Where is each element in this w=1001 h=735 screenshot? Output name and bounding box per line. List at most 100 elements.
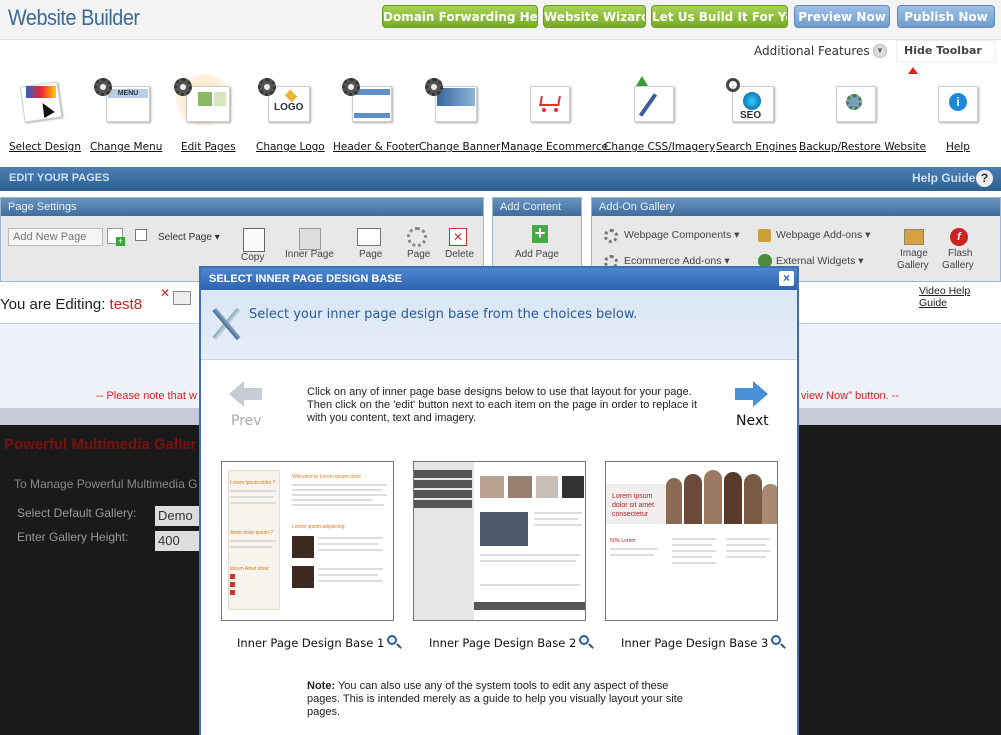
- page-title-label: Page: [407, 249, 431, 260]
- design-base-1-caption[interactable]: Inner Page Design Base 1: [237, 635, 398, 650]
- delete-icon[interactable]: ✕: [449, 228, 467, 246]
- thumb1-q2: Lorem ipsum adipiscing: [292, 524, 345, 530]
- gallery-height-label: Enter Gallery Height:: [17, 530, 129, 544]
- css-imagery-icon[interactable]: [632, 76, 676, 124]
- publish-now-button[interactable]: Publish Now: [897, 5, 995, 28]
- help-icon[interactable]: i: [936, 80, 980, 124]
- lock-icon[interactable]: [173, 291, 191, 305]
- toolbar-select-design[interactable]: Select Design: [9, 141, 81, 153]
- webpage-addons-dropdown[interactable]: Webpage Add-ons ▾: [776, 229, 870, 241]
- design-base-modal: SELECT INNER PAGE DESIGN BASE × Select y…: [199, 266, 799, 735]
- toolbar-edit-pages[interactable]: Edit Pages: [181, 141, 236, 153]
- copy-icon[interactable]: [243, 228, 265, 252]
- gallery-height-input[interactable]: 400: [155, 531, 200, 551]
- design-base-1-thumbnail[interactable]: Welcome to Lorem ipsum dolor Lorem ipsum…: [221, 461, 394, 621]
- page-title-icon[interactable]: [407, 227, 427, 247]
- video-help-guide-link[interactable]: Video Help Guide: [919, 285, 1001, 309]
- build-it-for-you-button[interactable]: Let Us Build It For You: [651, 5, 788, 28]
- flash-gallery-label: Flash: [948, 248, 973, 259]
- select-page-label: Select Page: [158, 232, 212, 243]
- toolbar-change-css[interactable]: Change CSS/Imagery: [604, 141, 715, 153]
- note-label: Note:: [307, 680, 336, 692]
- image-gallery-icon[interactable]: [904, 229, 924, 245]
- select-page-dropdown[interactable]: Select Page ▾: [158, 232, 220, 243]
- toolbar-header-footer[interactable]: Header & Footer: [333, 141, 420, 153]
- magnify-icon[interactable]: [579, 635, 590, 645]
- cart-icon[interactable]: [528, 80, 572, 124]
- webpage-addons-label: Webpage Add-ons: [776, 229, 863, 241]
- toolbar-help[interactable]: Help: [946, 141, 970, 153]
- design-base-2-thumbnail[interactable]: [413, 461, 586, 621]
- design-base-3-thumbnail[interactable]: Lorem ipsum dolor sit amet consectetur 5…: [605, 461, 778, 621]
- additional-features-link[interactable]: Additional Features: [754, 44, 870, 58]
- thumb1-q3: Amet dolor ipsum ?: [230, 530, 274, 536]
- modal-subtitle: Select your inner page design base from …: [249, 307, 638, 322]
- add-page-icon[interactable]: +: [107, 228, 125, 246]
- triangle-up-icon: [908, 67, 918, 74]
- design-base-3-label: Inner Page Design Base 3: [621, 636, 769, 650]
- edit-pages-icon[interactable]: [174, 74, 232, 126]
- help-guide-link[interactable]: Help Guide: [912, 171, 975, 185]
- chevron-down-icon[interactable]: ▼: [873, 44, 887, 58]
- inner-page-label: Inner Page: [285, 249, 334, 260]
- editing-page-name: test8: [109, 296, 143, 313]
- editing-prefix: You are Editing:: [0, 296, 106, 313]
- toolbar-change-logo[interactable]: Change Logo: [256, 141, 325, 153]
- addon-gallery-title: Add-On Gallery: [592, 198, 1000, 216]
- notice-text-right: view Now" button. --: [801, 390, 900, 402]
- backup-icon[interactable]: [834, 80, 878, 124]
- website-wizard-button[interactable]: Website Wizard: [543, 5, 646, 28]
- page-settings-title: Page Settings: [1, 198, 483, 216]
- question-icon[interactable]: ?: [976, 170, 993, 187]
- thumb3-banner: Lorem ipsum dolor sit amet consectetur: [612, 493, 655, 518]
- header-footer-icon[interactable]: [342, 78, 394, 124]
- next-label[interactable]: Next: [736, 413, 769, 429]
- thumb1-welcome: Welcome to Lorem ipsum dolor: [292, 474, 362, 480]
- hide-toolbar-button[interactable]: Hide Toolbar: [896, 40, 996, 74]
- magnify-icon[interactable]: [387, 635, 398, 645]
- toolbar-change-banner[interactable]: Change Banner: [419, 141, 500, 153]
- modal-title: SELECT INNER PAGE DESIGN BASE: [201, 268, 797, 290]
- modal-header-area: Select your inner page design base from …: [201, 290, 797, 360]
- plus-icon[interactable]: +: [532, 224, 548, 243]
- editing-status: You are Editing: test8: [0, 296, 142, 313]
- image-gallery-label-2: Gallery: [897, 260, 929, 271]
- domain-forwarding-help-button[interactable]: Domain Forwarding Help ?: [382, 5, 538, 28]
- close-x-icon[interactable]: ✕: [160, 286, 170, 300]
- inner-page-icon[interactable]: [299, 228, 321, 250]
- banner-icon[interactable]: [425, 78, 479, 124]
- design-base-3-caption[interactable]: Inner Page Design Base 3: [621, 635, 782, 650]
- design-base-2-caption[interactable]: Inner Page Design Base 2: [429, 635, 590, 650]
- seo-icon[interactable]: SEO: [726, 78, 776, 124]
- add-content-title: Add Content: [493, 198, 581, 216]
- toolbar-change-menu[interactable]: Change Menu: [90, 141, 162, 153]
- toolbar-search-engines[interactable]: Search Engines: [716, 141, 797, 153]
- design-base-2-label: Inner Page Design Base 2: [429, 636, 577, 650]
- add-page-input[interactable]: [8, 228, 103, 246]
- thumb1-q4: Ipsum Amet dolor: [230, 566, 269, 572]
- delete-label: Delete: [445, 249, 474, 260]
- logo-icon[interactable]: LOGO: [258, 78, 312, 124]
- copy-label: Copy: [241, 252, 265, 263]
- preview-now-button[interactable]: Preview Now: [794, 5, 890, 28]
- toolbar-backup-restore[interactable]: Backup/Restore Website: [799, 141, 926, 153]
- page-layout-icon[interactable]: [357, 228, 381, 246]
- add-page-label[interactable]: Add Page: [515, 249, 559, 260]
- addon-icon: [758, 229, 771, 242]
- toolbar-manage-ecommerce[interactable]: Manage Ecommerce: [501, 141, 608, 153]
- default-gallery-select[interactable]: Demo: [155, 506, 200, 526]
- tools-icon: [209, 305, 243, 343]
- gear-icon: [604, 229, 618, 243]
- design-base-1-label: Inner Page Design Base 1: [237, 636, 385, 650]
- webpage-components-dropdown[interactable]: Webpage Components ▾: [624, 229, 739, 241]
- menu-icon[interactable]: MENU: [94, 78, 150, 124]
- edit-pages-bar: EDIT YOUR PAGES Help Guide ?: [0, 167, 1001, 191]
- prev-label[interactable]: Prev: [231, 413, 262, 429]
- flash-icon[interactable]: f: [950, 228, 968, 246]
- gallery-title: Powerful Multimedia Galler: [4, 436, 197, 453]
- magnify-icon[interactable]: [771, 635, 782, 645]
- select-design-icon[interactable]: [19, 80, 64, 124]
- note-text: You can also use any of the system tools…: [307, 680, 683, 718]
- webpage-components-label: Webpage Components: [624, 229, 732, 241]
- close-icon[interactable]: ×: [779, 271, 794, 286]
